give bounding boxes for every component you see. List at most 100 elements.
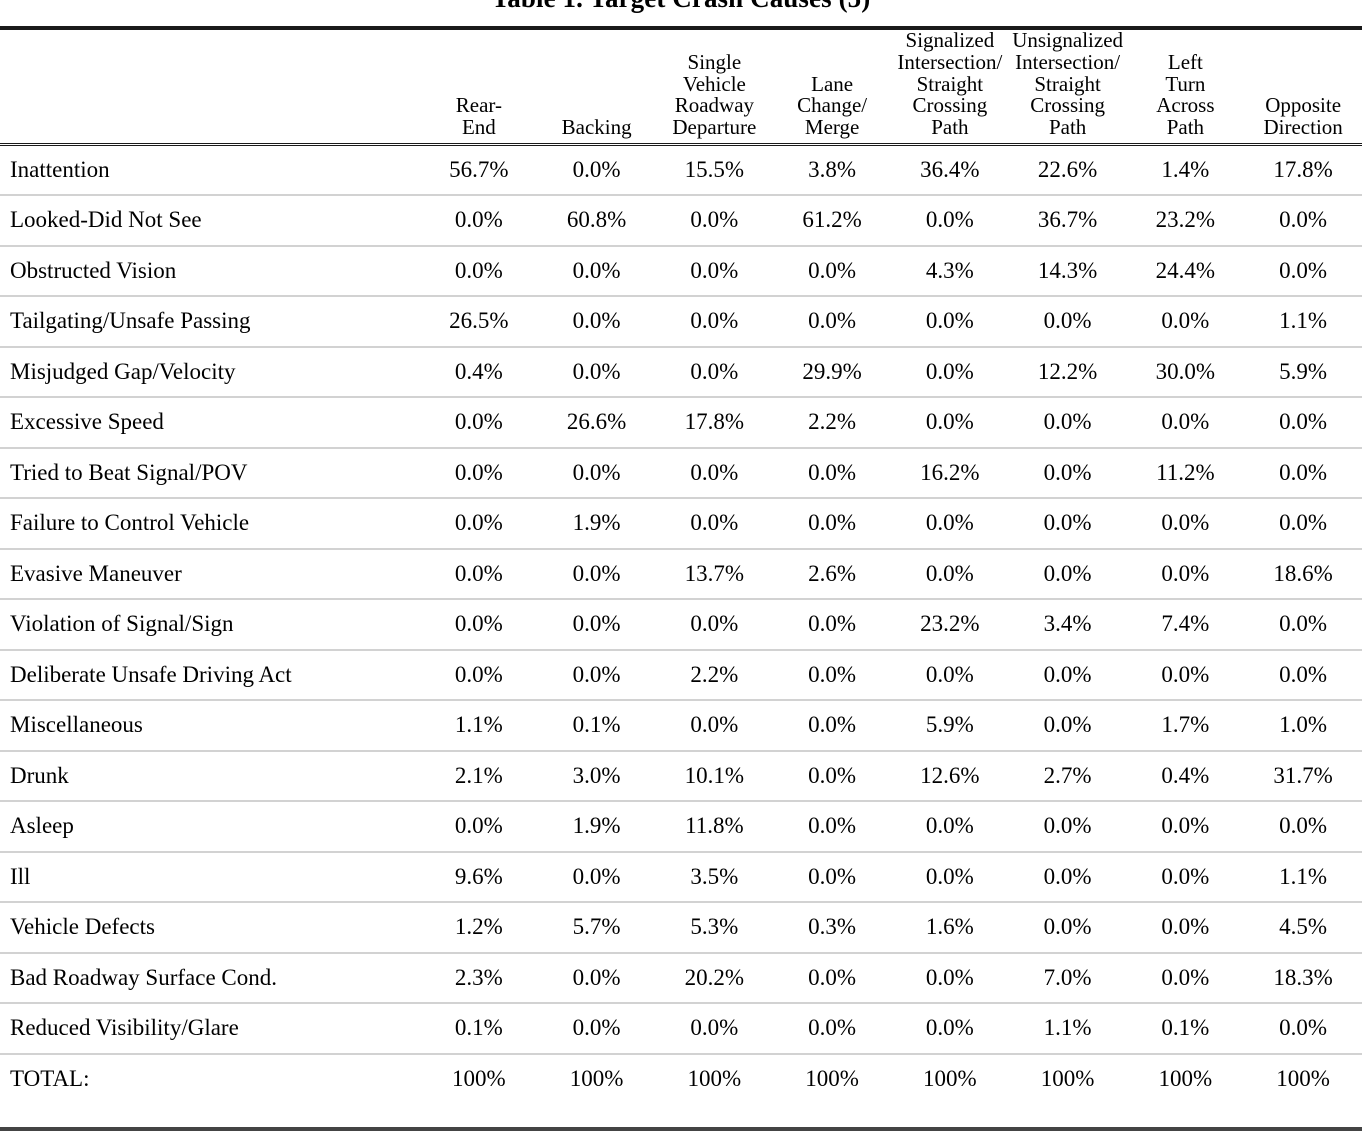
table-cell: 0.0%	[655, 699, 774, 751]
table-cell: 1.1%	[1008, 1002, 1127, 1054]
table-cell: 0.0%	[537, 345, 656, 398]
table-row: Looked-Did Not See 0.0% 60.8% 0.0% 61.2% 0.0%…	[0, 194, 1362, 246]
table-cell: 60.8%	[537, 194, 656, 246]
table-cell: 0.0%	[1244, 396, 1362, 448]
table-cell: 0.0%	[420, 244, 538, 297]
table-cell: 0.0%	[420, 598, 538, 650]
table-cell: 2.3%	[420, 951, 538, 1004]
table-cell: 24.4%	[1126, 244, 1245, 297]
table-row: TOTAL: 100% 100% 100% 100% 100% 100% 100% 100%	[0, 1052, 1362, 1105]
table-cell: 12.2%	[1008, 345, 1127, 398]
table-cell: 0.0%	[655, 1002, 774, 1054]
column-header-opposite-direction: Opposite Direction	[1263, 93, 1343, 140]
table-cell: 16.2%	[891, 446, 1009, 499]
table-cell: 0.0%	[1008, 850, 1127, 903]
table-cell: 0.0%	[1244, 648, 1362, 701]
table-cell: 0.0%	[891, 497, 1009, 549]
column-header-rear-end: Rear- End	[455, 93, 502, 140]
table-cell: 2.1%	[420, 749, 538, 802]
table-cell: 0.0%	[1126, 901, 1245, 953]
table-cell: 17.8%	[1273, 157, 1333, 183]
table-row: Bad Roadway Surface Cond. 2.3% 0.0% 20.2% 0.…	[0, 951, 1362, 1004]
row-label: Excessive Speed	[0, 396, 420, 448]
table-cell: 1.2%	[420, 901, 538, 953]
table-cell: 1.1%	[1244, 295, 1362, 347]
table-cell: 2.7%	[1008, 749, 1127, 802]
table-cell: 0.0%	[773, 749, 891, 802]
table-row: Reduced Visibility/Glare 0.1% 0.0% 0.0% 0.0%…	[0, 1002, 1362, 1054]
table-row: Violation of Signal/Sign 0.0% 0.0% 0.0% 0.0%…	[0, 598, 1362, 650]
table-cell: 0.1%	[1126, 1002, 1245, 1054]
table-cell: 1.1%	[420, 699, 538, 751]
table-cell: 0.0%	[891, 1002, 1009, 1054]
table-cell: 100%	[1126, 1052, 1245, 1105]
table-cell: 22.6%	[1037, 157, 1098, 183]
table-cell: 2.2%	[773, 396, 891, 448]
table-cell: 30.0%	[1126, 345, 1245, 398]
table-cell: 0.0%	[1244, 497, 1362, 549]
table-cell: 23.2%	[891, 598, 1009, 650]
table-cell: 0.0%	[1008, 800, 1127, 852]
table-row: Inattention 56.7% 0.0% 15.5% 3.8% 36.4% 22.6% 1…	[0, 145, 1362, 196]
table-body: Inattention 56.7% 0.0% 15.5% 3.8% 36.4% 22.6% 1…	[0, 144, 1362, 1105]
table-cell: 0.0%	[1126, 295, 1245, 347]
table-cell: 100%	[773, 1052, 891, 1105]
table-row: Failure to Control Vehicle 0.0% 1.9% 0.0% 0.…	[0, 497, 1362, 549]
column-header-lane-change-merge: Lane Change/Merge	[797, 71, 868, 140]
table-cell: 0.0%	[891, 194, 1009, 246]
table-cell: 100%	[655, 1052, 774, 1105]
table-cell: 0.0%	[537, 850, 656, 903]
target-crash-causes-table: Rear- End Backing Single Vehicle Roadway Dep…	[0, 26, 1362, 1105]
table-cell: 0.0%	[537, 598, 656, 650]
table-cell: 7.0%	[1008, 951, 1127, 1004]
table-cell: 0.0%	[655, 598, 774, 650]
column-header-single-vehicle-roadway-departure: Single Vehicle Roadway Departure	[672, 49, 757, 140]
table-cell: 0.0%	[773, 497, 891, 549]
table-cell: 5.3%	[655, 901, 774, 953]
row-label: Bad Roadway Surface Cond.	[0, 951, 420, 1004]
table-cell: 100%	[420, 1052, 538, 1105]
row-label: Asleep	[0, 800, 420, 852]
table-cell: 0.0%	[420, 446, 538, 499]
row-label: Tried to Beat Signal/POV	[0, 446, 420, 499]
table-cell: 0.0%	[1244, 1002, 1362, 1054]
table-cell: 0.0%	[420, 194, 538, 246]
table-cell: 36.4%	[920, 157, 980, 183]
table-cell: 1.1%	[1244, 850, 1362, 903]
table-bottom-rule	[0, 1127, 1362, 1131]
table-cell: 0.0%	[1008, 446, 1127, 499]
row-label: Inattention	[10, 157, 110, 183]
table-cell: 0.0%	[1008, 295, 1127, 347]
table-cell: 0.0%	[773, 295, 891, 347]
table-cell: 0.4%	[1126, 749, 1245, 802]
table-cell: 11.8%	[655, 800, 774, 852]
row-label: Drunk	[0, 749, 420, 802]
table-cell: 0.0%	[537, 547, 656, 600]
table-cell: 10.1%	[655, 749, 774, 802]
table-cell: 1.9%	[537, 800, 656, 852]
table-cell: 0.0%	[537, 1002, 656, 1054]
table-row: Drunk 2.1% 3.0% 10.1% 0.0% 12.6% 2.7% 0.4% 31.7%	[0, 749, 1362, 802]
table-cell: 0.0%	[773, 598, 891, 650]
table-cell: 14.3%	[1008, 244, 1127, 297]
table-cell: 0.0%	[773, 1002, 891, 1054]
table-row: Deliberate Unsafe Driving Act 0.0% 0.0% 2.2…	[0, 648, 1362, 701]
table-cell: 0.0%	[420, 648, 538, 701]
table-row: Misjudged Gap/Velocity 0.4% 0.0% 0.0% 29.9% 0…	[0, 345, 1362, 398]
table-cell: 0.0%	[891, 345, 1009, 398]
row-label: Misjudged Gap/Velocity	[0, 345, 420, 398]
table-cell: 3.4%	[1008, 598, 1127, 650]
table-cell: 0.1%	[537, 699, 656, 751]
table-cell: 0.0%	[1126, 396, 1245, 448]
table-cell: 31.7%	[1244, 749, 1362, 802]
table-cell: 0.0%	[891, 547, 1009, 600]
table-row: Ill 9.6% 0.0% 3.5% 0.0% 0.0% 0.0% 0.0% 1.1%	[0, 850, 1362, 903]
table-cell: 2.2%	[655, 648, 774, 701]
table-cell: 29.9%	[773, 345, 891, 398]
table-cell: 0.0%	[537, 244, 656, 297]
table-cell: 0.0%	[655, 345, 774, 398]
table-cell: 0.0%	[537, 295, 656, 347]
table-cell: 4.5%	[1244, 901, 1362, 953]
table-cell: 15.5%	[684, 157, 745, 183]
column-header-left-turn-across-path: Left Turn Across Path	[1156, 49, 1215, 140]
